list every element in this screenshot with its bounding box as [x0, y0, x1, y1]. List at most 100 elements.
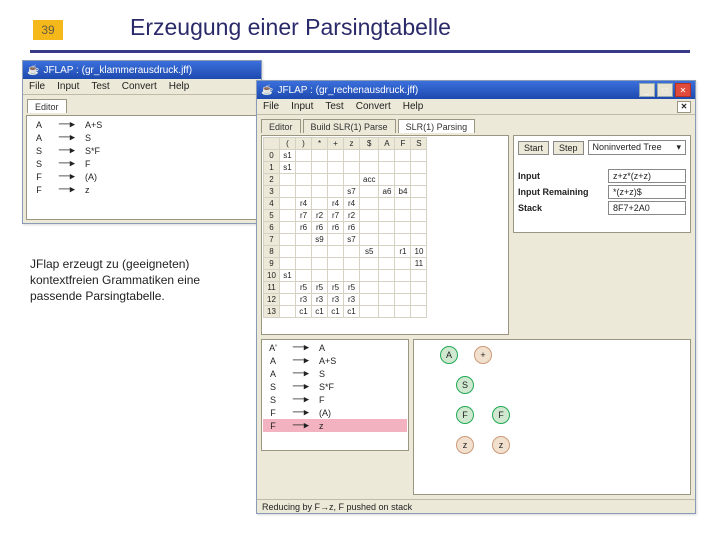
tab[interactable]: Build SLR(1) Parse [303, 119, 396, 133]
table-cell[interactable] [411, 270, 427, 282]
grammar-row[interactable]: S──▶F [29, 157, 255, 170]
input-field[interactable]: z+z*(z+z) [608, 169, 686, 183]
table-cell[interactable] [328, 270, 344, 282]
grammar-row[interactable]: S──▶F [263, 393, 407, 406]
table-cell[interactable]: 0 [264, 150, 280, 162]
table-cell[interactable]: c1 [312, 306, 328, 318]
table-cell[interactable]: 7 [264, 234, 280, 246]
table-cell[interactable] [395, 162, 411, 174]
table-cell[interactable] [395, 198, 411, 210]
table-cell[interactable] [379, 150, 395, 162]
table-cell[interactable] [328, 174, 344, 186]
table-cell[interactable]: 11 [411, 258, 427, 270]
table-cell[interactable]: s1 [280, 150, 296, 162]
table-cell[interactable]: a6 [379, 186, 395, 198]
table-cell[interactable]: c1 [296, 306, 312, 318]
table-cell[interactable] [360, 186, 379, 198]
table-cell[interactable]: r6 [312, 222, 328, 234]
table-cell[interactable] [296, 246, 312, 258]
table-cell[interactable] [395, 174, 411, 186]
table-cell[interactable] [411, 210, 427, 222]
table-cell[interactable] [411, 174, 427, 186]
table-cell[interactable] [379, 234, 395, 246]
table-cell[interactable]: r4 [328, 198, 344, 210]
tree-node[interactable]: F [492, 406, 510, 424]
table-cell[interactable]: r4 [296, 198, 312, 210]
table-cell[interactable]: r3 [296, 294, 312, 306]
menu-item[interactable]: Help [169, 81, 190, 92]
table-cell[interactable] [360, 306, 379, 318]
grammar-row[interactable]: F──▶z [29, 183, 255, 196]
table-cell[interactable]: s5 [360, 246, 379, 258]
start-button[interactable]: Start [518, 141, 549, 155]
menubar-klammer[interactable]: FileInputTestConvertHelp [23, 79, 261, 95]
menu-item[interactable]: Test [91, 81, 109, 92]
menu-item[interactable]: Input [57, 81, 79, 92]
table-cell[interactable]: 11 [264, 282, 280, 294]
tree-node[interactable]: + [474, 346, 492, 364]
table-cell[interactable]: r6 [344, 222, 360, 234]
grammar-row[interactable]: A──▶S [263, 367, 407, 380]
table-cell[interactable] [280, 282, 296, 294]
table-cell[interactable] [379, 210, 395, 222]
table-cell[interactable] [312, 186, 328, 198]
table-cell[interactable]: r3 [328, 294, 344, 306]
table-cell[interactable]: b4 [395, 186, 411, 198]
table-cell[interactable] [328, 186, 344, 198]
table-cell[interactable]: 3 [264, 186, 280, 198]
inner-close-button[interactable]: ✕ [677, 101, 691, 113]
table-cell[interactable]: r7 [296, 210, 312, 222]
table-cell[interactable]: r5 [328, 282, 344, 294]
table-cell[interactable]: 10 [411, 246, 427, 258]
table-cell[interactable]: c1 [344, 306, 360, 318]
table-cell[interactable]: 4 [264, 198, 280, 210]
table-cell[interactable]: 5 [264, 210, 280, 222]
table-cell[interactable] [360, 222, 379, 234]
table-cell[interactable]: s9 [312, 234, 328, 246]
table-cell[interactable] [379, 198, 395, 210]
table-cell[interactable] [280, 210, 296, 222]
table-cell[interactable]: r6 [328, 222, 344, 234]
grammar-row[interactable]: A──▶A+S [29, 118, 255, 131]
grammar-row[interactable]: A──▶S [29, 131, 255, 144]
table-cell[interactable]: 9 [264, 258, 280, 270]
table-cell[interactable] [296, 162, 312, 174]
table-cell[interactable] [296, 258, 312, 270]
table-cell[interactable] [312, 246, 328, 258]
tree-node[interactable]: A [440, 346, 458, 364]
table-cell[interactable] [360, 198, 379, 210]
tree-node[interactable]: S [456, 376, 474, 394]
table-cell[interactable] [411, 150, 427, 162]
menu-item[interactable]: File [263, 101, 279, 112]
table-cell[interactable] [328, 150, 344, 162]
table-cell[interactable]: 2 [264, 174, 280, 186]
table-cell[interactable] [296, 150, 312, 162]
table-cell[interactable] [411, 198, 427, 210]
table-cell[interactable] [344, 270, 360, 282]
table-cell[interactable] [344, 150, 360, 162]
table-cell[interactable] [411, 234, 427, 246]
table-cell[interactable] [379, 246, 395, 258]
table-cell[interactable] [379, 270, 395, 282]
grammar-row[interactable]: F──▶(A) [263, 406, 407, 419]
grammar-row[interactable]: A'──▶A [263, 341, 407, 354]
table-cell[interactable] [280, 198, 296, 210]
table-cell[interactable] [360, 162, 379, 174]
table-cell[interactable] [379, 306, 395, 318]
table-cell[interactable]: r5 [296, 282, 312, 294]
menu-item[interactable]: Convert [356, 101, 391, 112]
close-button[interactable]: ✕ [675, 83, 691, 97]
tab-editor[interactable]: Editor [27, 99, 67, 113]
table-cell[interactable] [395, 258, 411, 270]
table-cell[interactable]: r1 [395, 246, 411, 258]
table-cell[interactable] [312, 198, 328, 210]
table-cell[interactable] [280, 234, 296, 246]
table-cell[interactable] [328, 258, 344, 270]
table-cell[interactable] [360, 294, 379, 306]
table-cell[interactable] [360, 258, 379, 270]
table-cell[interactable]: 8 [264, 246, 280, 258]
table-cell[interactable] [395, 150, 411, 162]
table-cell[interactable] [395, 210, 411, 222]
table-cell[interactable] [312, 174, 328, 186]
table-cell[interactable] [395, 270, 411, 282]
